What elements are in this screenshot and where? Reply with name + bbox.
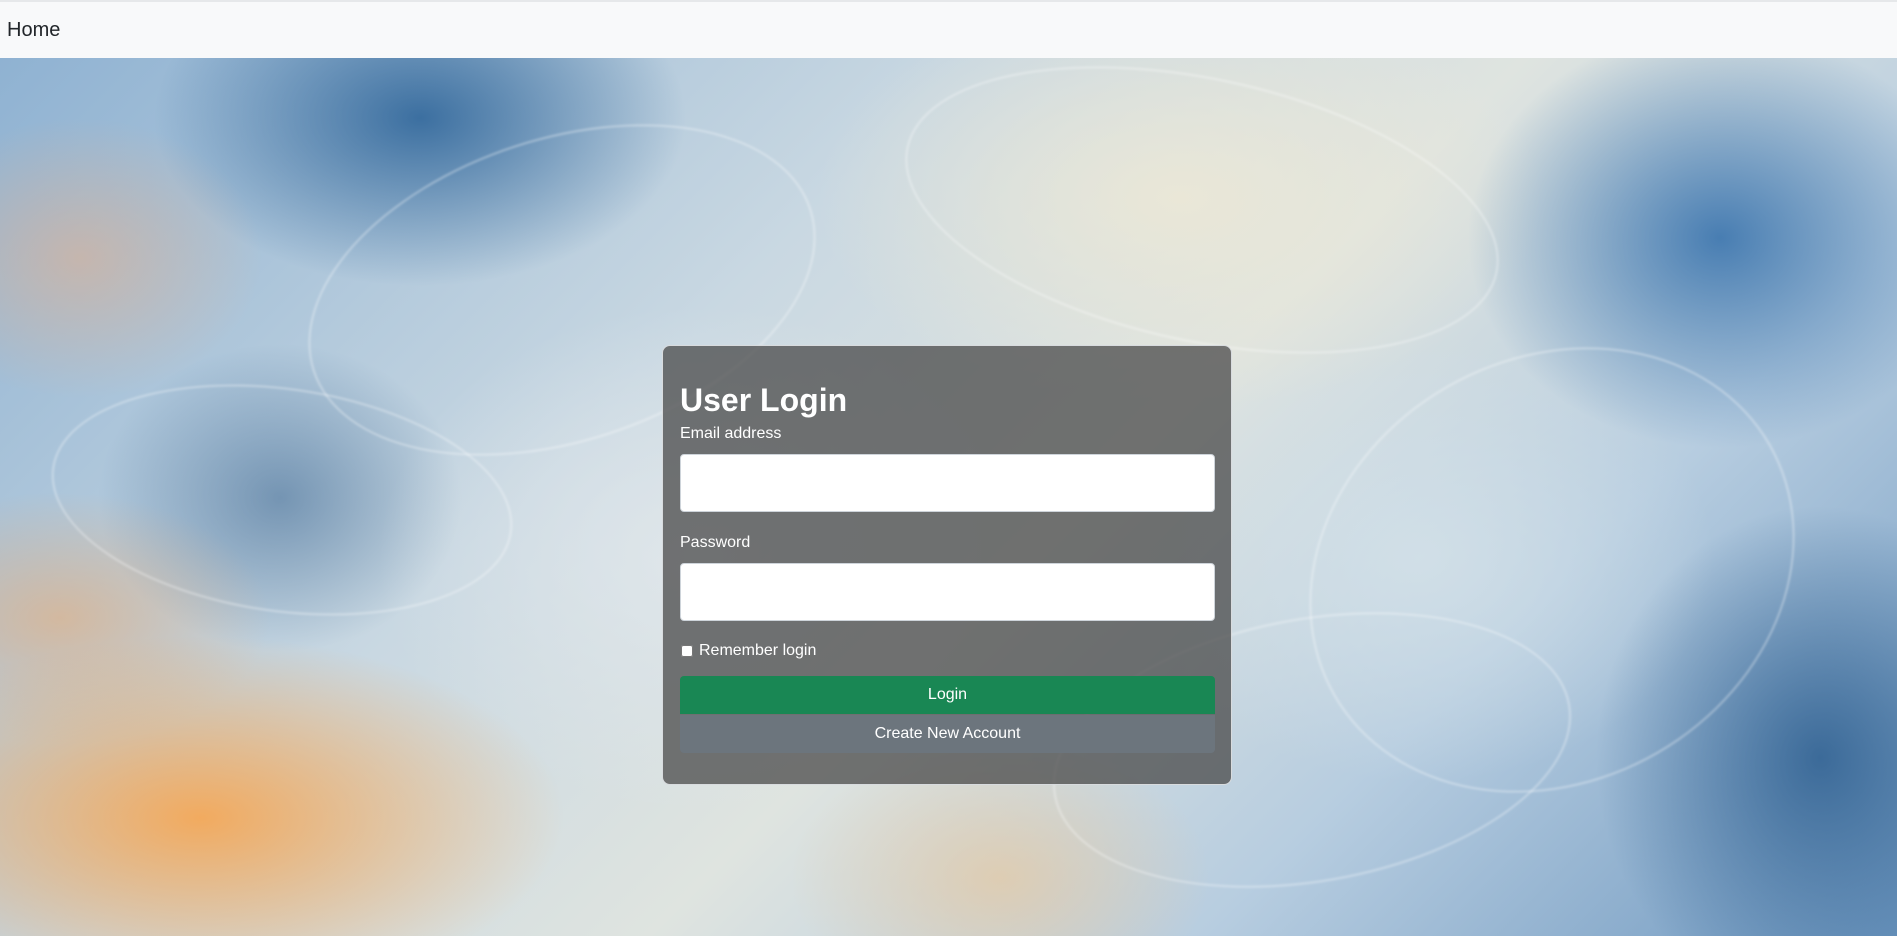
remember-login-row: Remember login — [680, 641, 1214, 661]
create-account-button[interactable]: Create New Account — [680, 715, 1215, 753]
login-button[interactable]: Login — [680, 676, 1215, 714]
remember-login-checkbox[interactable] — [681, 645, 693, 657]
login-title: User Login — [680, 382, 848, 418]
password-field[interactable] — [680, 563, 1215, 621]
home-link[interactable]: Home — [7, 19, 60, 42]
remember-login-label: Remember login — [699, 642, 817, 659]
login-card: User Login Email address Password Rememb… — [662, 345, 1232, 785]
password-label: Password — [680, 534, 751, 551]
top-navbar: Home — [0, 0, 1897, 58]
email-field[interactable] — [680, 454, 1215, 512]
email-label: Email address — [680, 425, 782, 442]
